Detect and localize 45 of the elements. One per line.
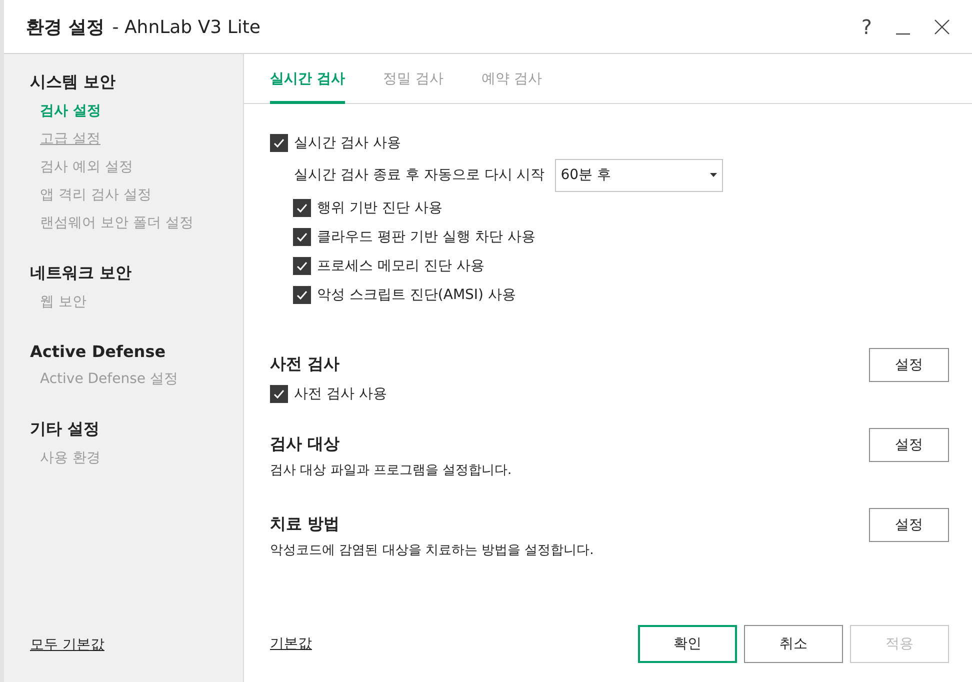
settings-button[interactable]: 설정 xyxy=(869,508,949,542)
checkbox[interactable] xyxy=(293,228,311,246)
sidebar-heading: 네트워크 보안 xyxy=(30,263,133,284)
sidebar-heading: 기타 설정 xyxy=(30,419,101,440)
checkbox-label: 프로세스 메모리 진단 사용 xyxy=(317,256,484,274)
checkbox[interactable] xyxy=(270,384,288,402)
sidebar-item[interactable]: 앱 격리 검사 설정 xyxy=(40,186,152,204)
section-title: 검사 대상 xyxy=(270,434,341,455)
checkbox[interactable] xyxy=(293,198,311,216)
section-description: 검사 대상 파일과 프로그램을 설정합니다. xyxy=(270,462,512,479)
close-icon[interactable] xyxy=(934,18,950,34)
help-button[interactable]: ? xyxy=(861,14,872,38)
checkbox-label: 실시간 검사 사용 xyxy=(294,134,401,152)
checkbox-label: 악성 스크립트 진단(AMSI) 사용 xyxy=(317,286,516,304)
dialog-button[interactable]: 취소 xyxy=(744,625,843,663)
caret-icon xyxy=(710,173,717,177)
sidebar-item[interactable]: 고급 설정 xyxy=(40,130,100,148)
sidebar-item[interactable]: 검사 예외 설정 xyxy=(40,158,133,176)
restart-label: 실시간 검사 종료 후 자동으로 다시 시작 xyxy=(294,166,545,184)
checkbox-label: 클라우드 평판 기반 실행 차단 사용 xyxy=(317,228,536,246)
settings-button[interactable]: 설정 xyxy=(869,348,949,382)
checkbox[interactable] xyxy=(270,134,288,152)
tab[interactable]: 실시간 검사 xyxy=(270,54,345,104)
window-title: 환경 설정 - AhnLab V3 Lite xyxy=(26,16,260,38)
section-title: 치료 방법 xyxy=(270,514,341,535)
tab[interactable]: 예약 검사 xyxy=(481,54,542,104)
tab[interactable]: 정밀 검사 xyxy=(382,54,444,104)
checkbox[interactable] xyxy=(293,286,311,304)
sidebar-item[interactable]: 검사 설정 xyxy=(40,102,101,120)
checkbox-label: 행위 기반 진단 사용 xyxy=(317,198,442,216)
settings-button[interactable]: 설정 xyxy=(869,428,949,462)
restart-dropdown[interactable]: 60분 후 xyxy=(554,158,723,192)
sidebar-item[interactable]: Active Defense 설정 xyxy=(40,370,178,388)
sidebar-item[interactable]: 사용 환경 xyxy=(40,449,100,467)
ok-button[interactable]: 확인 xyxy=(638,625,737,663)
sidebar-item[interactable]: 랜섬웨어 보안 폴더 설정 xyxy=(40,214,194,232)
sidebar-item[interactable]: 웹 보안 xyxy=(40,293,86,311)
reset-link[interactable]: 기본값 xyxy=(270,635,312,653)
sidebar-heading: 시스템 보안 xyxy=(30,72,117,93)
section-description: 악성코드에 감염된 대상을 치료하는 방법을 설정합니다. xyxy=(270,542,594,559)
reset-all-link[interactable]: 모두 기본값 xyxy=(30,636,104,654)
checkbox-label: 사전 검사 사용 xyxy=(294,384,387,402)
checkbox[interactable] xyxy=(293,256,311,274)
sidebar-heading: Active Defense xyxy=(30,342,167,361)
section-title: 사전 검사 xyxy=(270,354,341,375)
